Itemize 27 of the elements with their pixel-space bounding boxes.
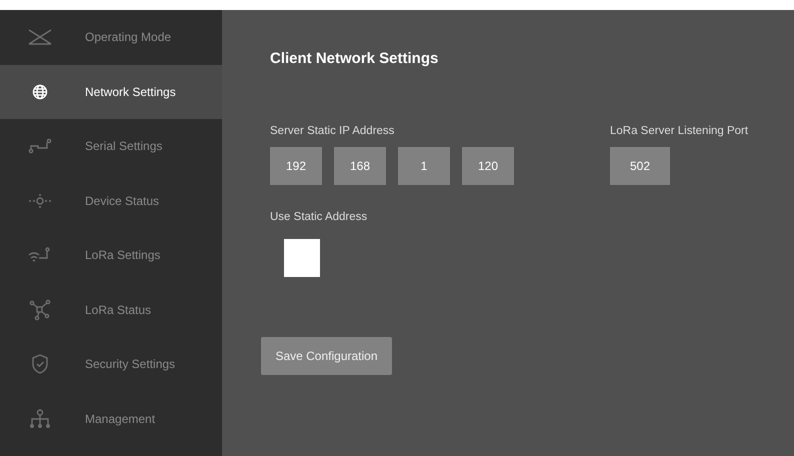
ip-octet-field[interactable]: 120 (462, 147, 514, 185)
sidebar-item[interactable]: Management (0, 392, 222, 446)
save-button[interactable]: Save Configuration (261, 337, 392, 375)
port-field[interactable]: 502 (610, 147, 670, 185)
network-nodes-icon (28, 298, 50, 321)
sidebar-item[interactable]: Security Settings (0, 337, 222, 392)
page-title: Client Network Settings (270, 50, 440, 67)
sidebar-item[interactable]: LoRa Status (0, 282, 222, 337)
sidebar-item[interactable]: Network Settings (0, 64, 222, 119)
sidebar-item[interactable]: LoRa Settings (0, 228, 222, 282)
circuit-icon (28, 138, 52, 154)
field-label: Server Static IP Address (270, 125, 396, 137)
ip-octet-field[interactable]: 1 (398, 147, 450, 185)
ip-octet-field[interactable]: 192 (270, 147, 322, 185)
shield-icon (30, 354, 48, 374)
globe-icon (32, 84, 48, 100)
wireless-signal-icon (28, 247, 52, 264)
hierarchy-icon (28, 408, 50, 429)
field-label: LoRa Server Listening Port (610, 125, 748, 137)
checkbox-label: Use Static Address (270, 211, 368, 223)
dotted-node-icon (26, 192, 52, 209)
sidebar-item[interactable]: Operating Mode (0, 10, 222, 64)
sidebar-item[interactable]: Serial Settings (0, 119, 222, 174)
sidebar-item[interactable]: Device Status (0, 174, 222, 228)
crossed-lines-icon (26, 28, 52, 46)
static-address-checkbox[interactable] (284, 239, 320, 277)
ip-octet-field[interactable]: 168 (334, 147, 386, 185)
